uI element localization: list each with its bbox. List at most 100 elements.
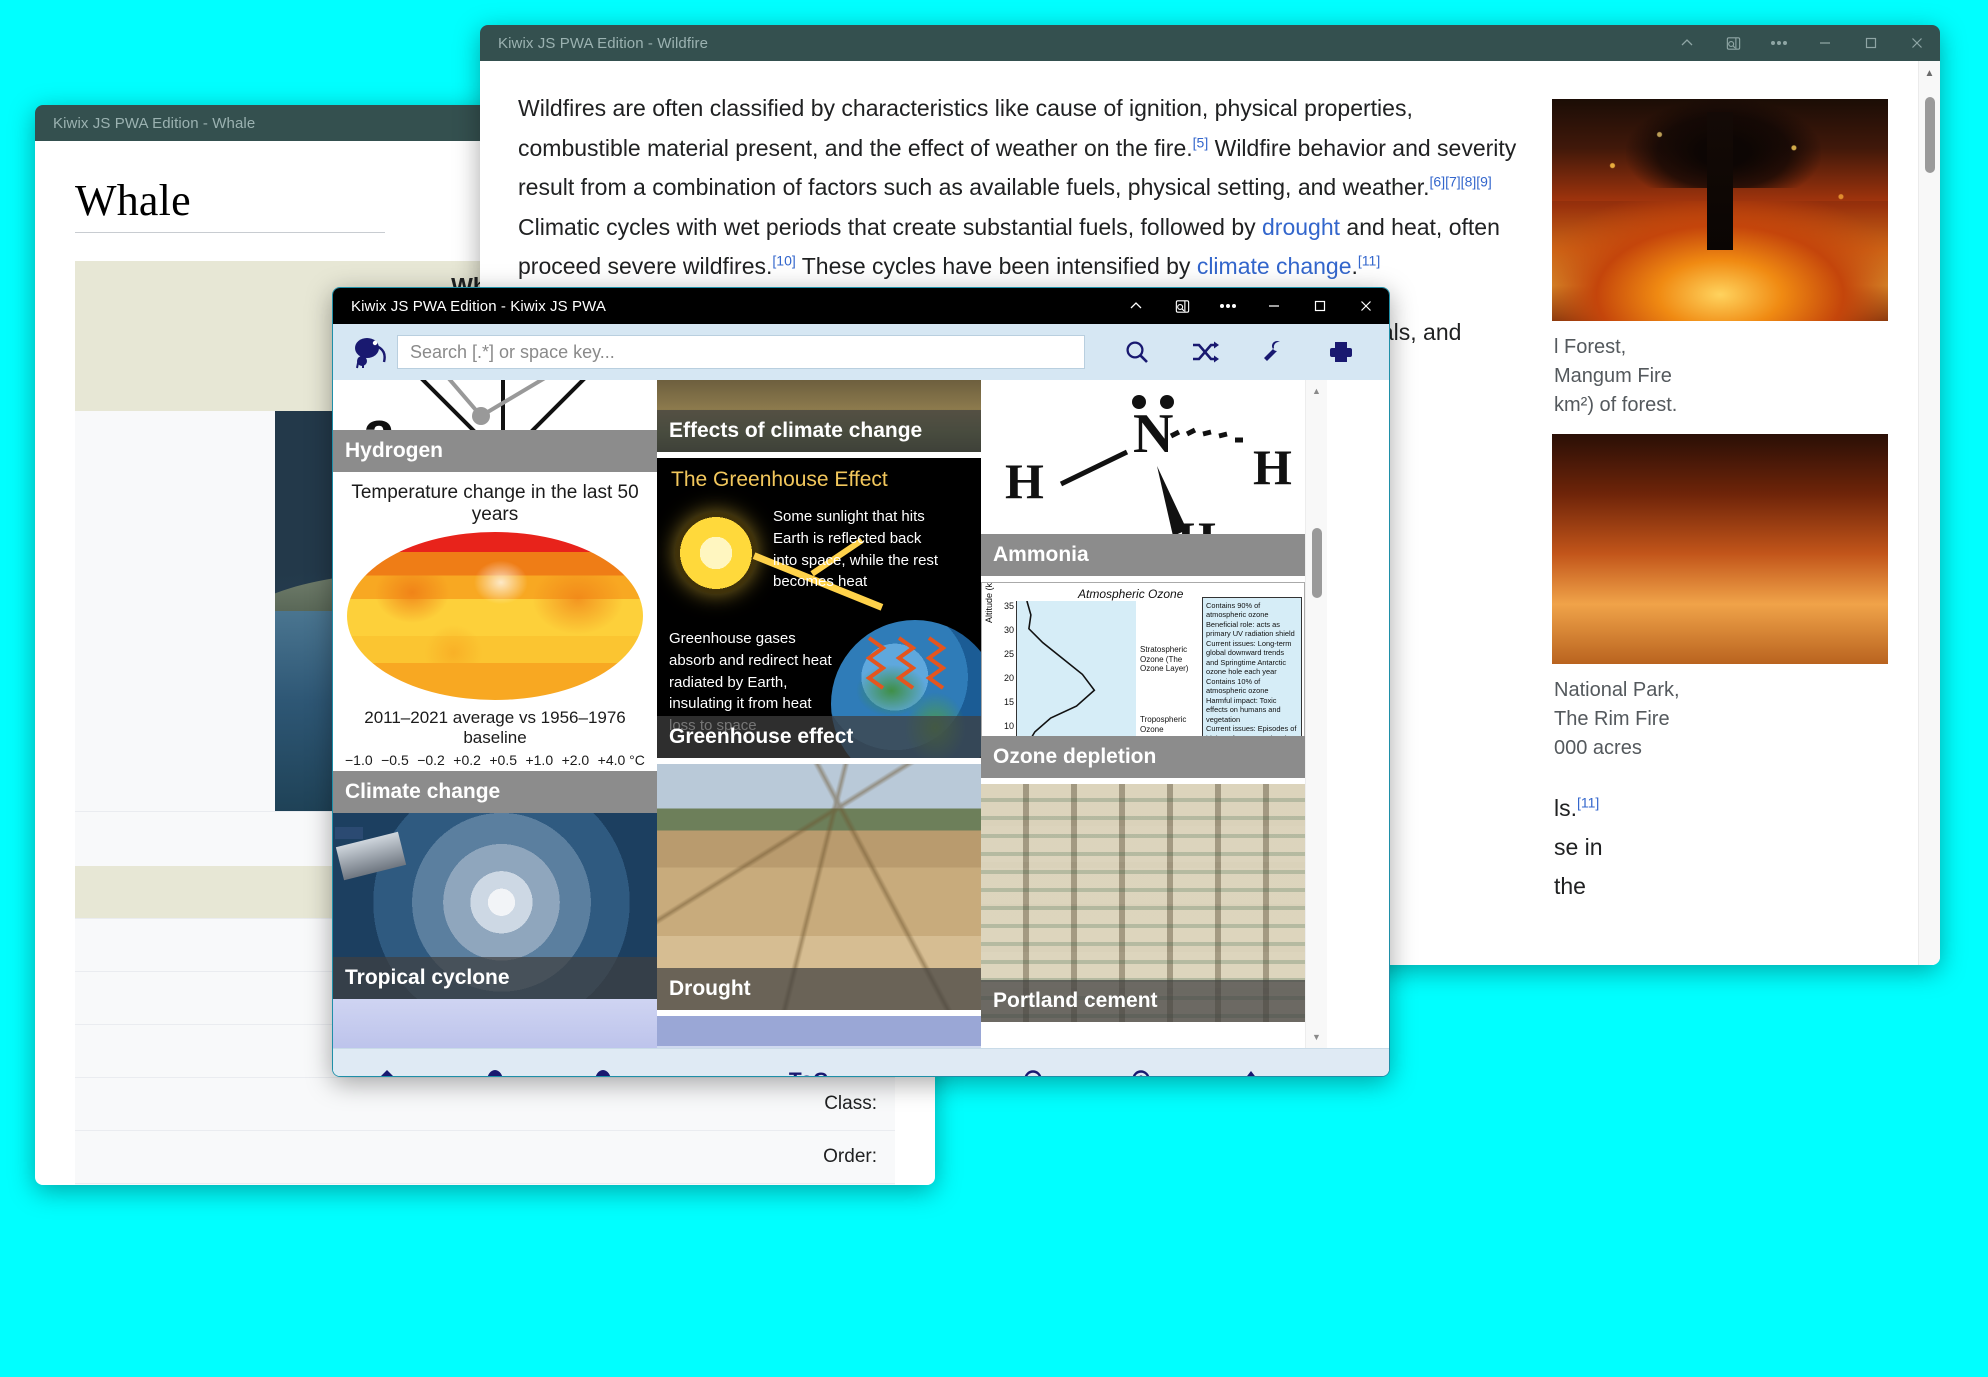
more-options-icon[interactable] xyxy=(1205,288,1251,324)
pwa-window-title: Kiwix JS PWA Edition - Kiwix JS PWA xyxy=(351,297,606,315)
scrollbar-thumb[interactable] xyxy=(1312,528,1322,598)
sidebox-line: Harmful impact: Toxic effects on humans … xyxy=(1206,695,1281,724)
sidebox-line: Contains 90% of atmospheric ozone xyxy=(1206,601,1269,620)
zoom-out-icon[interactable] xyxy=(999,1049,1071,1076)
fragment: se in xyxy=(1554,834,1603,861)
chart-title: Atmospheric Ozone xyxy=(1078,587,1184,601)
window-kiwix-pwa[interactable]: Kiwix JS PWA Edition - Kiwix JS PWA Sear… xyxy=(332,287,1390,1077)
temperature-change-map: Temperature change in the last 50 years … xyxy=(333,472,657,813)
tile-climate-change[interactable]: Temperature change in the last 50 years … xyxy=(333,472,657,813)
nav-group-right xyxy=(981,1049,1305,1076)
tile-label: Portland cement xyxy=(981,980,1305,1022)
caption-line: National Park, xyxy=(1554,679,1680,701)
chevron-up-icon: ▲ xyxy=(836,1073,849,1076)
scroll-up-icon[interactable]: ▲ xyxy=(1919,63,1940,83)
configure-button[interactable] xyxy=(1239,330,1307,374)
reference-link[interactable]: [6][7][8][9] xyxy=(1430,173,1492,189)
greenhouse-effect-diagram: The Greenhouse Effect Some sunlight that… xyxy=(657,458,981,758)
wildfire-trailing-fragments: ls.[11] se in the xyxy=(1552,763,1888,906)
wildfire-scrollbar[interactable]: ▲ ▼ xyxy=(1918,61,1940,965)
caption-line: km²) of forest. xyxy=(1554,394,1678,416)
wildfire-photo-2 xyxy=(1552,434,1888,664)
tile-label: Effects of climate change xyxy=(657,410,981,452)
tile-label: Greenhouse effect xyxy=(657,716,981,758)
home-icon[interactable] xyxy=(351,1049,423,1076)
close-icon[interactable] xyxy=(1894,25,1940,61)
tile-hydrogen[interactable]: a Hydrogen xyxy=(333,380,657,472)
map-subtitle: 2011–2021 average vs 1956–1976 baseline xyxy=(364,708,626,747)
toc-button[interactable]: ToC ▲ xyxy=(789,1069,849,1077)
chart-annotation-stratospheric: Stratospheric Ozone (The Ozone Layer) xyxy=(1140,645,1189,674)
tile-world-map[interactable] xyxy=(333,999,657,1048)
desktop-background: Kiwix JS PWA Edition - Whale Whale Class… xyxy=(0,0,1988,1377)
search-button[interactable] xyxy=(1103,330,1171,374)
tile-drought[interactable]: Drought xyxy=(657,764,981,1010)
chart-ylabel: Altitude (kilometers) xyxy=(984,582,994,623)
random-article-button[interactable] xyxy=(1171,330,1239,374)
pwa-bottom-nav: ToC ▲ xyxy=(333,1048,1389,1077)
tile-portland-cement[interactable]: Portland cement xyxy=(981,784,1305,1022)
table-row: Class: xyxy=(75,1077,895,1131)
scroll-up-icon[interactable]: ▲ xyxy=(1306,382,1327,400)
maximize-icon[interactable] xyxy=(1848,25,1894,61)
pwa-scrollbar[interactable]: ▲ ▼ xyxy=(1305,380,1327,1048)
tile-ice-sheet[interactable] xyxy=(657,1016,981,1048)
tile-ammonia[interactable]: N H H H xyxy=(981,380,1305,576)
wildfire-window-title: Kiwix JS PWA Edition - Wildfire xyxy=(498,34,709,52)
scrollbar-thumb[interactable] xyxy=(1925,97,1935,173)
fragment: the xyxy=(1554,873,1586,900)
reference-link[interactable]: [11] xyxy=(1577,794,1599,810)
legend-celsius-labels: −1.0 −0.5 −0.2 +0.2 +0.5 +1.0 +2.0 +4.0 … xyxy=(345,752,645,768)
world-map-blue xyxy=(333,999,657,1048)
back-arrow-icon[interactable] xyxy=(459,1049,531,1076)
link-climate-change[interactable]: climate change xyxy=(1197,253,1352,279)
taxon-key-order: Order: xyxy=(75,1130,895,1184)
tile-ozone-depletion[interactable]: Atmospheric Ozone Altitude (kilometers) … xyxy=(981,582,1305,778)
chart-yticks: 35 30 25 20 15 10 5 xyxy=(1003,601,1014,755)
tile-greenhouse-effect[interactable]: The Greenhouse Effect Some sunlight that… xyxy=(657,458,981,758)
wildfire-photo-1 xyxy=(1552,99,1888,321)
tile-column-1: a Hydrogen xyxy=(333,380,657,1048)
pwa-titlebar[interactable]: Kiwix JS PWA Edition - Kiwix JS PWA xyxy=(333,288,1389,324)
maximize-icon[interactable] xyxy=(1297,288,1343,324)
svg-text:H: H xyxy=(1253,439,1292,495)
chevron-up-icon[interactable] xyxy=(1664,25,1710,61)
minimize-icon[interactable] xyxy=(1802,25,1848,61)
toc-label: ToC xyxy=(789,1069,828,1077)
reference-link[interactable]: [10] xyxy=(772,253,795,269)
link-drought[interactable]: drought xyxy=(1262,214,1340,240)
whale-window-title: Kiwix JS PWA Edition - Whale xyxy=(53,114,256,132)
split-screen-icon[interactable] xyxy=(1159,288,1205,324)
fragment: ls.[11] xyxy=(1554,794,1600,821)
more-options-icon[interactable] xyxy=(1756,25,1802,61)
wildfire-figure-2-caption: National Park, The Rim Fire 000 acres xyxy=(1552,664,1888,763)
diagram-title: The Greenhouse Effect xyxy=(671,468,888,491)
pwa-toolbar xyxy=(333,324,1389,380)
sidebox-line: Current issues: Long-term global downwar… xyxy=(1206,638,1292,677)
search-input[interactable] xyxy=(397,335,1085,369)
scroll-down-icon[interactable]: ▼ xyxy=(1306,1028,1327,1046)
split-screen-icon[interactable] xyxy=(1710,25,1756,61)
print-button[interactable] xyxy=(1307,330,1375,374)
svg-text:N: N xyxy=(1133,403,1173,465)
zoom-in-icon[interactable] xyxy=(1107,1049,1179,1076)
reference-link[interactable]: [11] xyxy=(1358,253,1380,269)
wildfire-figure-1-caption: l Forest, Mangum Fire km²) of forest. xyxy=(1552,321,1888,420)
sidebox-line: Beneficial role: acts as primary UV radi… xyxy=(1206,619,1295,639)
tile-tropical-cyclone[interactable]: Tropical cyclone xyxy=(333,813,657,999)
minimize-icon[interactable] xyxy=(1251,288,1297,324)
tile-label: Drought xyxy=(657,968,981,1010)
close-icon[interactable] xyxy=(1343,288,1389,324)
tile-effects-of-climate-change[interactable]: Effects of climate change xyxy=(657,380,981,452)
caption-line: Mangum Fire xyxy=(1554,365,1672,387)
tile-column-3: N H H H xyxy=(981,380,1305,1048)
tile-label: Hydrogen xyxy=(333,430,657,472)
tile-label: Climate change xyxy=(333,771,657,813)
sidebox-line: Contains 10% of atmospheric ozone xyxy=(1206,676,1269,696)
chevron-up-icon[interactable] xyxy=(1113,288,1159,324)
forward-arrow-icon[interactable] xyxy=(567,1049,639,1076)
scroll-to-top-icon[interactable] xyxy=(1215,1049,1287,1076)
wildfire-titlebar[interactable]: Kiwix JS PWA Edition - Wildfire xyxy=(480,25,1940,61)
reference-link[interactable]: [5] xyxy=(1193,134,1209,150)
kiwix-kiwi-logo-icon[interactable] xyxy=(343,331,397,373)
